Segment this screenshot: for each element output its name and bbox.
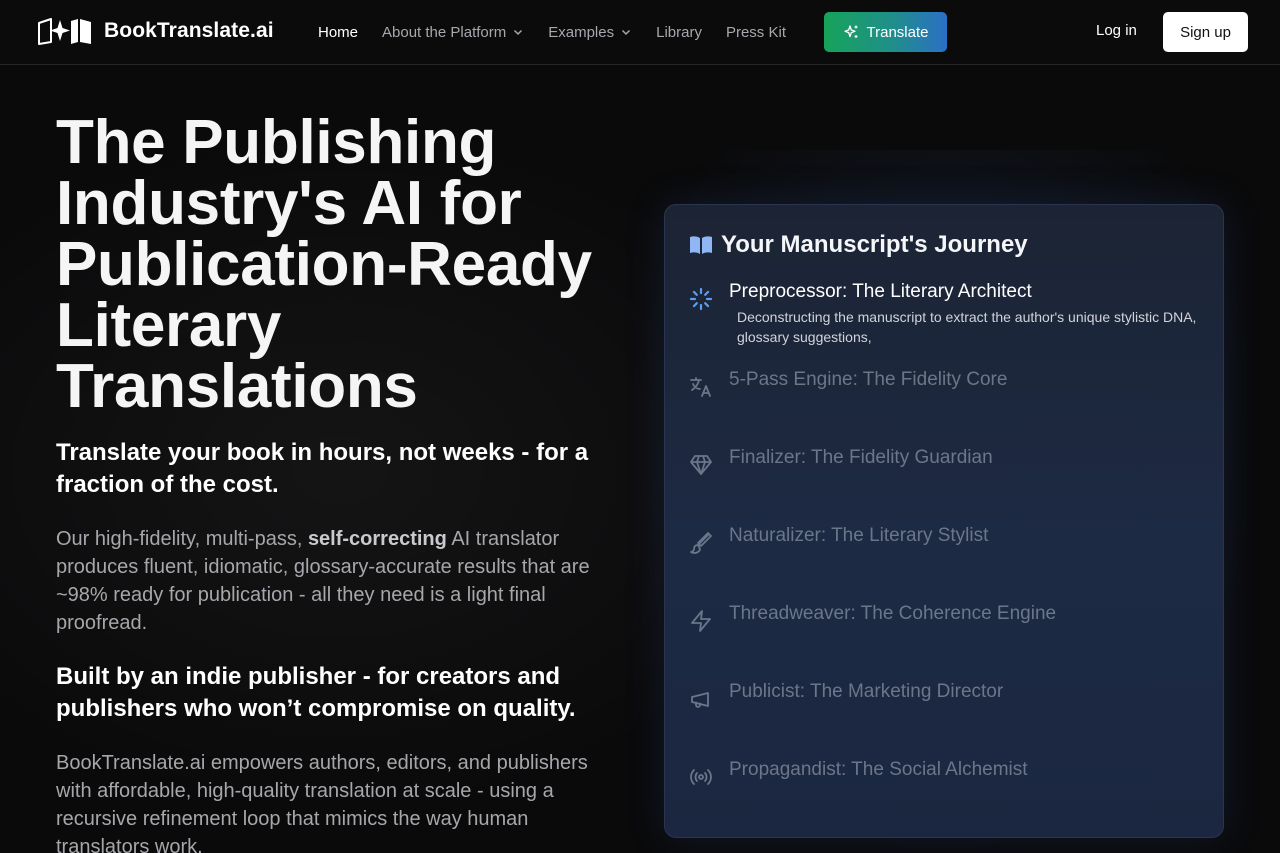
journey-step-finalizer: Finalizer: The Fidelity Guardian xyxy=(689,447,1209,487)
book-open-icon xyxy=(690,236,712,254)
nav-examples-dropdown[interactable]: Examples xyxy=(548,24,632,41)
signup-button[interactable]: Sign up xyxy=(1163,12,1248,52)
journey-step-label: Preprocessor: The Literary Architect xyxy=(729,281,1032,302)
journey-step-naturalizer: Naturalizer: The Literary Stylist xyxy=(689,525,1209,565)
journey-step-label: Finalizer: The Fidelity Guardian xyxy=(729,447,993,468)
radio-icon xyxy=(689,765,713,789)
languages-icon xyxy=(689,375,713,399)
hero-title: The Publishing Industry's AI for Publica… xyxy=(56,108,592,421)
book-sparkle-logo-icon xyxy=(38,18,91,45)
journey-step-description: Deconstructing the manuscript to extract… xyxy=(737,309,1197,345)
translate-button[interactable]: Translate xyxy=(824,12,947,52)
journey-step-propagandist: Propagandist: The Social Alchemist xyxy=(689,759,1209,799)
zap-icon xyxy=(689,609,713,633)
nav-links: Home About the Platform Examples Library… xyxy=(318,0,810,64)
journey-header: Your Manuscript's Journey xyxy=(689,231,1028,259)
nav-about-label: About the Platform xyxy=(382,23,507,41)
brush-icon xyxy=(689,531,713,555)
journey-step-label: Publicist: The Marketing Director xyxy=(729,681,1004,702)
nav-press-kit-link[interactable]: Press Kit xyxy=(726,24,786,41)
hero-description: Our high-fidelity, multi-pass, self-corr… xyxy=(56,525,616,637)
hero-description-part1: Our high-fidelity, multi-pass, xyxy=(56,528,308,550)
megaphone-icon xyxy=(689,687,713,711)
hero-description-2: BookTranslate.ai empowers authors, edito… xyxy=(56,752,588,853)
journey-step-preprocessor: Preprocessor: The Literary Architect Dec… xyxy=(689,281,1209,351)
manuscript-journey-card: Your Manuscript's Journey Preprocessor: … xyxy=(664,204,1224,838)
journey-step-label: Naturalizer: The Literary Stylist xyxy=(729,525,989,546)
top-navbar: BookTranslate.ai Home About the Platform… xyxy=(0,0,1280,65)
journey-step-5-pass-engine: 5-Pass Engine: The Fidelity Core xyxy=(689,369,1209,409)
chevron-down-icon xyxy=(514,29,523,36)
journey-title: Your Manuscript's Journey xyxy=(721,231,1028,258)
nav-home-label: Home xyxy=(318,23,359,41)
nav-home-link[interactable]: Home xyxy=(318,24,358,41)
hero-description-emphasis: self-correcting xyxy=(307,528,447,550)
gem-icon xyxy=(689,453,713,477)
hero-subheading-indie: Built by an indie publisher - for creato… xyxy=(56,663,576,722)
signup-button-label: Sign up xyxy=(1180,23,1231,41)
journey-step-publicist: Publicist: The Marketing Director xyxy=(689,681,1209,721)
nav-press-kit-label: Press Kit xyxy=(725,23,786,41)
chevron-down-icon xyxy=(622,29,631,36)
journey-step-label: Threadweaver: The Coherence Engine xyxy=(729,603,1057,624)
hero-subheading-speed: Translate your book in hours, not weeks … xyxy=(56,439,589,498)
sparkles-icon xyxy=(843,25,857,38)
brand-name: BookTranslate.ai xyxy=(104,19,274,42)
nav-about-dropdown[interactable]: About the Platform xyxy=(382,24,524,41)
journey-step-label: Propagandist: The Social Alchemist xyxy=(729,759,1028,780)
loader-icon xyxy=(689,287,713,311)
translate-button-label: Translate xyxy=(866,23,929,41)
brand-logo-link[interactable]: BookTranslate.ai xyxy=(37,16,274,46)
nav-library-link[interactable]: Library xyxy=(656,24,702,41)
journey-step-label: 5-Pass Engine: The Fidelity Core xyxy=(729,369,1008,390)
login-link[interactable]: Log in xyxy=(1096,22,1137,39)
journey-step-threadweaver: Threadweaver: The Coherence Engine xyxy=(689,603,1209,643)
nav-library-label: Library xyxy=(656,23,702,41)
nav-examples-label: Examples xyxy=(548,23,615,41)
